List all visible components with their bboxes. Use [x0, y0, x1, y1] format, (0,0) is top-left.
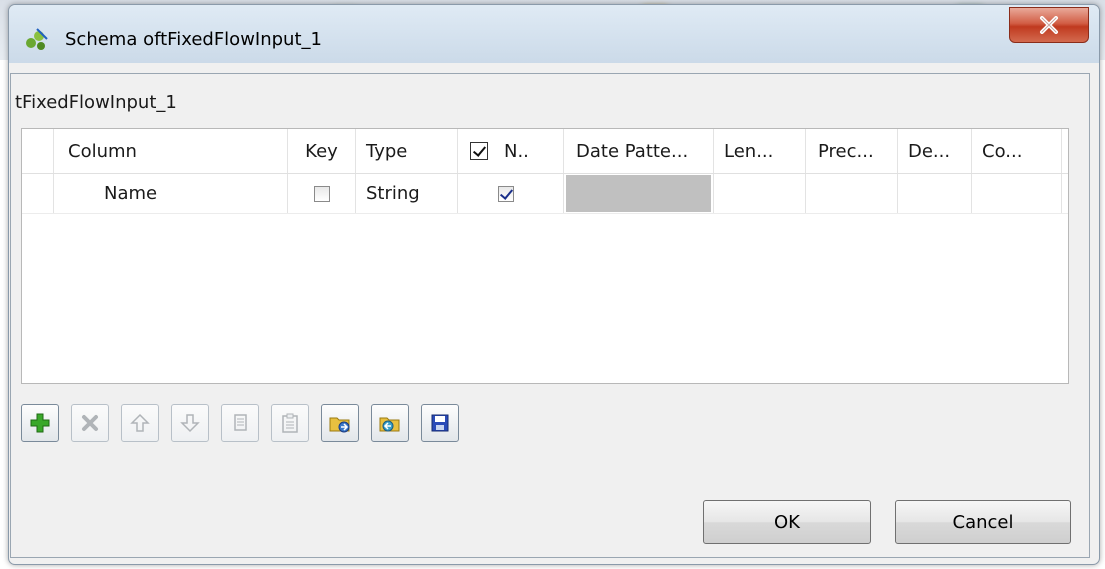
header-comment[interactable]: Co... [972, 129, 1062, 173]
close-icon [1040, 16, 1058, 34]
cell-default[interactable] [898, 174, 972, 213]
table-header: Column Key Type N.. Date Patte... Len...… [22, 129, 1068, 174]
cancel-button[interactable]: Cancel [895, 500, 1071, 544]
schema-panel: tFixedFlowInput_1 Column Key Type N.. Da… [10, 73, 1090, 558]
window-title: Schema oftFixedFlowInput_1 [65, 29, 322, 50]
move-up-icon [130, 413, 150, 432]
schema-table[interactable]: Column Key Type N.. Date Patte... Len...… [21, 128, 1069, 384]
save-button[interactable] [421, 404, 459, 442]
header-type[interactable]: Type [356, 129, 458, 173]
header-nullable-label: N.. [504, 140, 529, 162]
header-column[interactable]: Column [54, 129, 288, 173]
header-key[interactable]: Key [288, 129, 356, 173]
close-button[interactable] [1009, 7, 1089, 43]
remove-button[interactable] [71, 404, 109, 442]
schema-icon [26, 28, 48, 50]
key-checkbox[interactable] [313, 185, 330, 202]
add-icon [30, 413, 50, 433]
row-selector[interactable] [22, 174, 54, 213]
schema-dialog: Schema oftFixedFlowInput_1 tFixedFlowInp… [8, 4, 1100, 565]
import-button[interactable] [321, 404, 359, 442]
dialog-content: tFixedFlowInput_1 Column Key Type N.. Da… [10, 63, 1090, 560]
ok-button[interactable]: OK [703, 500, 871, 544]
export-icon [379, 417, 400, 432]
header-nullable[interactable]: N.. [458, 129, 564, 173]
copy-button[interactable] [221, 404, 259, 442]
copy-icon [234, 414, 247, 431]
group-label: tFixedFlowInput_1 [15, 92, 177, 113]
import-icon [329, 417, 350, 433]
export-button[interactable] [371, 404, 409, 442]
header-date-pattern[interactable]: Date Patte... [564, 129, 714, 173]
move-up-button[interactable] [121, 404, 159, 442]
cell-precision[interactable] [806, 174, 898, 213]
nullable-all-checkbox[interactable] [470, 142, 488, 160]
cell-key[interactable] [288, 174, 356, 213]
header-length[interactable]: Len... [714, 129, 806, 173]
title-bar[interactable]: Schema oftFixedFlowInput_1 [9, 5, 1099, 63]
add-button[interactable] [21, 404, 59, 442]
remove-icon [82, 415, 98, 431]
cell-date-pattern[interactable] [564, 174, 714, 213]
header-default[interactable]: De... [898, 129, 972, 173]
schema-toolbar [21, 404, 459, 444]
header-precision[interactable]: Prec... [806, 129, 898, 173]
paste-icon [282, 413, 298, 433]
cell-length[interactable] [714, 174, 806, 213]
cell-type[interactable]: String [356, 174, 458, 213]
move-down-icon [180, 414, 200, 433]
cell-comment[interactable] [972, 174, 1062, 213]
nullable-checkbox[interactable] [498, 185, 514, 202]
save-icon [431, 414, 449, 432]
cell-column[interactable]: Name [54, 174, 288, 213]
cell-nullable[interactable] [458, 174, 564, 213]
row-header-column [22, 129, 54, 173]
table-row[interactable]: Name String [22, 174, 1068, 214]
move-down-button[interactable] [171, 404, 209, 442]
paste-button[interactable] [271, 404, 309, 442]
